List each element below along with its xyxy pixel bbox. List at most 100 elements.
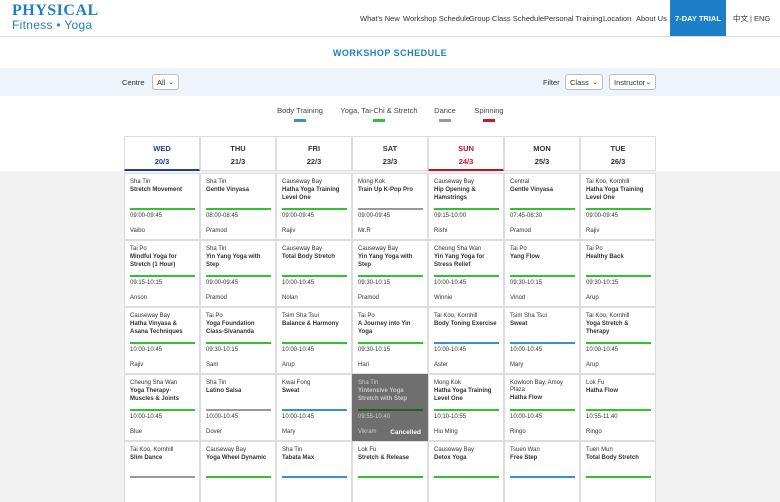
class-card[interactable]: Tai Po Healthy Back 09:30-10:15 Arup: [580, 240, 656, 307]
class-card[interactable]: Tai Koo, Kornhill Body Toning Exercise 10:…: [428, 307, 504, 374]
class-card[interactable]: Mong Kok Hatha Yoga Training Level One 10:…: [428, 374, 504, 441]
category-bar: [282, 476, 347, 478]
category-bar: [358, 208, 423, 210]
class-location: Causeway Bay: [434, 179, 475, 185]
site-logo[interactable]: PHYSICAL Fitness • Yoga: [12, 3, 99, 32]
class-location: Causeway Bay: [358, 246, 399, 252]
class-instructor: Pramod: [358, 295, 380, 301]
page-title-bar: WORKSHOP SCHEDULE: [0, 36, 780, 68]
class-time: 09:15-10:15: [130, 280, 163, 286]
class-card[interactable]: Tai Po Yoga Foundation Class-Sivananda 09:…: [200, 307, 276, 374]
class-card[interactable]: Causeway Bay Detox Yoga: [428, 441, 504, 502]
class-location: Tai Koo, Kornhill: [130, 447, 174, 453]
class-card[interactable]: Causeway Bay Yoga Wheel Dynamic: [200, 441, 276, 502]
class-card[interactable]: Sha Tin Gentle Vinyasa 08:00-08:45 Pramod: [200, 173, 276, 240]
nav-item-workshop-schedule[interactable]: Workshop Schedule: [403, 0, 470, 36]
class-card[interactable]: Sha Tin Yintensive Yoga Stretch with Step…: [352, 374, 428, 441]
class-location: Tai Koo, Kornhill: [586, 313, 630, 319]
class-card[interactable]: Tai Koo, Kornhill Slim Dance: [124, 441, 200, 502]
lang-zh[interactable]: 中文: [733, 13, 748, 24]
class-card[interactable]: Cheung Sha Wan Yin Yang Yoga for Stress R…: [428, 240, 504, 307]
class-name: Train Up K-Pop Pro: [358, 187, 414, 193]
legend-yoga[interactable]: Yoga, Tai-Chi & Stretch: [336, 106, 422, 122]
instructor-select-value: Instructor: [614, 77, 646, 87]
filter-bar: Centre All ⌄ Filter Class ⌄ Instructor ⌄: [0, 68, 780, 96]
class-instructor: Sam: [206, 362, 219, 368]
class-card[interactable]: Tsim Sha Tsui Sweat 10:00-10:45 Mary: [504, 307, 580, 374]
class-card[interactable]: Sha Tin Stretch Movement 09:00-09:45 Vaibo: [124, 173, 200, 240]
category-bar: [206, 476, 271, 478]
category-bar: [586, 275, 651, 277]
nav-link-group-class-schedule[interactable]: Group Class Schedule: [469, 14, 544, 23]
class-card[interactable]: Tai Po Yang Flow 09:30-10:15 Vinod: [504, 240, 580, 307]
class-location: Kwai Fong: [282, 380, 311, 386]
class-card[interactable]: Causeway Bay Yin Yang Yoga with Step 09:30…: [352, 240, 428, 307]
legend-spinning[interactable]: Spinning: [470, 106, 508, 122]
class-card[interactable]: Tai Po Mindful Yoga for Stretch (1 Hour) 0…: [124, 240, 200, 307]
class-card[interactable]: Tai Koo, Kornhill Hatha Yoga Training Lev…: [580, 173, 656, 240]
nav-item-whats-new[interactable]: What's New: [360, 0, 400, 36]
class-card[interactable]: Tai Po A Journey into Yin Yoga 09:30-10:15…: [352, 307, 428, 374]
legend-dance[interactable]: Dance: [428, 106, 462, 122]
lang-en[interactable]: ENG: [754, 14, 770, 23]
class-instructor: Vinod: [510, 295, 526, 301]
class-card[interactable]: Central Gentle Vinyasa 07:45-08:30 Pramod: [504, 173, 580, 240]
class-location: Kowloon Bay, Amoy Plaza: [510, 380, 563, 393]
instructor-select[interactable]: Instructor ⌄: [609, 74, 656, 90]
class-card[interactable]: Causeway Bay Hatha Yoga Training Level On…: [276, 173, 352, 240]
category-bar: [586, 208, 651, 210]
nav-link-personal-training[interactable]: Personal Training: [544, 14, 602, 23]
class-card[interactable]: Cheung Sha Wan Yoga Therapy-Muscles & Joi…: [124, 374, 200, 441]
day-date: 26/3: [610, 157, 626, 166]
class-card[interactable]: Tuen Mun Total Body Stretch: [580, 441, 656, 502]
nav-link-whats-new[interactable]: What's New: [360, 14, 400, 23]
nav-item-location[interactable]: Location: [603, 0, 631, 36]
class-card[interactable]: Kwai Fong Sweat 10:00-10:45 Mary: [276, 374, 352, 441]
category-bar: [282, 409, 347, 411]
class-card[interactable]: Tsuen Wan Free Step: [504, 441, 580, 502]
category-bar: [434, 409, 499, 411]
legend-label: Yoga, Tai-Chi & Stretch: [340, 106, 418, 115]
class-select[interactable]: Class ⌄: [565, 74, 603, 90]
nav-link-location[interactable]: Location: [603, 14, 631, 23]
category-bar: [358, 409, 423, 411]
day-header-fri: FRI 22/3: [276, 136, 352, 171]
day-header-thu: THU 21/3: [200, 136, 276, 171]
nav-item-personal-training[interactable]: Personal Training: [544, 0, 602, 36]
class-card[interactable]: Mong Kok Train Up K-Pop Pro 09:00-09:45 Mr.…: [352, 173, 428, 240]
class-card[interactable]: Causeway Bay Total Body Stretch 10:00-10:4…: [276, 240, 352, 307]
class-time: 07:45-08:30: [510, 213, 543, 219]
legend-body-training[interactable]: Body Training: [268, 106, 332, 122]
class-card[interactable]: Sha Tin Latino Salsa 10:00-10:45 Dover: [200, 374, 276, 441]
class-card[interactable]: Sha Tin Tabata Max: [276, 441, 352, 502]
class-card[interactable]: Lok Fu Hatha Flow 10:55-11:40 Ringo: [580, 374, 656, 441]
day-name: TUE: [610, 144, 626, 153]
class-card[interactable]: Kowloon Bay, Amoy Plaza Hatha Flow 10:00-1…: [504, 374, 580, 441]
trial-button[interactable]: 7-DAY TRIAL: [670, 0, 726, 36]
day-header-sun: SUN 24/3: [428, 136, 504, 171]
nav-item-group-class-schedule[interactable]: Group Class Schedule: [469, 0, 544, 36]
class-time: 09:30-10:15: [586, 280, 619, 286]
nav-link-workshop-schedule[interactable]: Workshop Schedule: [403, 14, 470, 23]
nav-item-about-us[interactable]: About Us: [636, 0, 667, 36]
day-header-mon: MON 25/3: [504, 136, 580, 171]
nav-link-about-us[interactable]: About Us: [636, 14, 667, 23]
class-time: 09:30-10:15: [510, 280, 543, 286]
class-card[interactable]: Sha Tin Yin Yang Yoga with Step 09:00-09:4…: [200, 240, 276, 307]
class-time: 10:00-10:45: [282, 280, 315, 286]
class-card[interactable]: Causeway Bay Hatha Vinyasa & Asana Techni…: [124, 307, 200, 374]
class-instructor: Rishi: [434, 228, 448, 234]
class-instructor: Pramod: [206, 228, 228, 234]
class-card[interactable]: Causeway Bay Hip Opening & Hamstrings 09:1…: [428, 173, 504, 240]
category-bar: [434, 208, 499, 210]
class-card[interactable]: Tai Koo, Kornhill Yoga Stretch & Therapy 1…: [580, 307, 656, 374]
class-card[interactable]: Lok Fu Stretch & Release: [352, 441, 428, 502]
class-location: Tai Po: [586, 246, 603, 252]
class-location: Tsim Sha Tsui: [510, 313, 547, 319]
centre-select[interactable]: All ⌄: [152, 74, 179, 90]
day-date: 25/3: [534, 157, 550, 166]
legend-label: Dance: [434, 106, 456, 115]
class-location: Tai Koo, Kornhill: [586, 179, 630, 185]
class-instructor: Blue: [130, 429, 143, 435]
class-card[interactable]: Tsim Sha Tsui Balance & Harmony 10:00-10:4…: [276, 307, 352, 374]
